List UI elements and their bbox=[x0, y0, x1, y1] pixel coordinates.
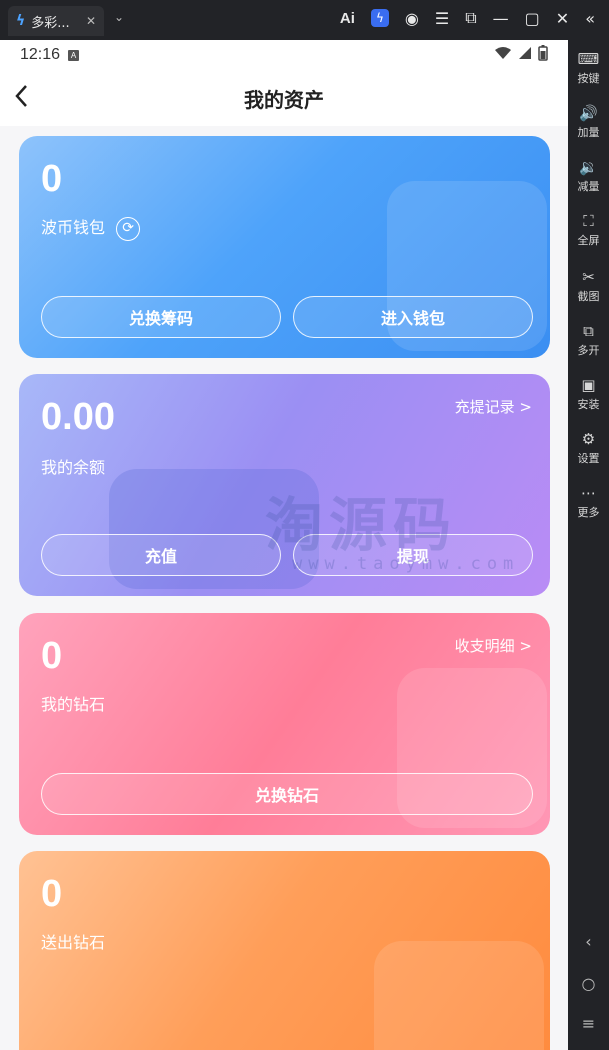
maximize-icon[interactable]: ▢ bbox=[525, 9, 540, 28]
android-menu-button[interactable]: ≡ bbox=[568, 1014, 609, 1033]
android-home-button[interactable]: ○ bbox=[568, 974, 609, 993]
boost-icon[interactable]: ϟ bbox=[370, 9, 389, 27]
battery-icon bbox=[538, 44, 548, 66]
sidebar-label: 安装 bbox=[577, 398, 600, 411]
minimize-icon[interactable]: — bbox=[493, 9, 509, 28]
wallet-amount: 0 bbox=[41, 158, 63, 200]
sidebar-label: 全屏 bbox=[577, 234, 600, 247]
sidebar-item-fullscreen[interactable]: ⛶ 全屏 bbox=[568, 212, 609, 248]
app-bolt-icon: ϟ bbox=[16, 13, 26, 29]
diamond-card: 0 收支明细 > 我的钻石 兑换钻石 bbox=[19, 613, 550, 835]
enter-wallet-button[interactable]: 进入钱包 bbox=[293, 296, 533, 338]
notification-icon: A bbox=[68, 49, 80, 61]
refresh-icon[interactable]: ⟳ bbox=[116, 216, 141, 241]
collapse-sidebar-icon[interactable]: « bbox=[585, 9, 595, 28]
sidebar-item-install[interactable]: ▣ 安装 bbox=[568, 376, 609, 412]
fullscreen-icon: ⛶ bbox=[583, 212, 594, 230]
apk-install-icon: ▣ bbox=[581, 376, 596, 394]
wallet-card: 0 波币钱包 ⟳ 兑换筹码 进入钱包 bbox=[19, 136, 550, 358]
sidebar-item-more[interactable]: ⋯ 更多 bbox=[568, 484, 609, 520]
screenshot-icon[interactable]: ⧉ bbox=[465, 8, 476, 28]
status-bar: 12:16 A bbox=[0, 40, 568, 70]
sidebar-item-settings[interactable]: ⚙ 设置 bbox=[568, 430, 609, 466]
status-time: 12:16 bbox=[20, 46, 61, 63]
tab-close-button[interactable]: ✕ bbox=[86, 14, 96, 28]
recharge-button[interactable]: 充值 bbox=[41, 534, 281, 576]
back-button[interactable] bbox=[14, 84, 28, 115]
gift-deco-shape bbox=[374, 941, 544, 1050]
balance-label: 我的余额 bbox=[41, 458, 106, 477]
page-title: 我的资产 bbox=[244, 87, 324, 112]
recharge-withdraw-records-link[interactable]: 充提记录 > bbox=[455, 396, 532, 417]
sidebar-item-screenshot[interactable]: ✂ 截图 bbox=[568, 268, 609, 304]
settings-icon: ⚙ bbox=[581, 430, 596, 448]
close-icon[interactable]: ✕ bbox=[556, 9, 569, 28]
scissors-icon: ✂ bbox=[582, 268, 595, 286]
sidebar-label: 按键 bbox=[577, 72, 600, 85]
android-back-button[interactable]: ‹ bbox=[568, 932, 609, 951]
sidebar-item-multi-instance[interactable]: ⧉ 多开 bbox=[568, 322, 609, 358]
watermark-text: 淘源码 bbox=[265, 491, 458, 559]
sidebar-label: 截图 bbox=[577, 290, 600, 303]
sidebar-label: 加量 bbox=[577, 126, 600, 139]
account-icon[interactable]: ◉ bbox=[405, 9, 419, 28]
balance-amount: 0.00 bbox=[41, 396, 115, 438]
sidebar-label: 设置 bbox=[577, 452, 600, 465]
tab-title: 多彩... bbox=[31, 15, 70, 31]
emulator-titlebar: ϟ 多彩... ✕ ⌄ Ai ϟ ◉ ☰ ⧉ — ▢ ✕ « bbox=[0, 0, 609, 40]
sidebar-label: 多开 bbox=[577, 344, 600, 357]
volume-up-icon: 🔊 bbox=[579, 104, 598, 122]
income-expense-detail-link[interactable]: 收支明细 > bbox=[455, 635, 532, 656]
sidebar-item-volume-up[interactable]: 🔊 加量 bbox=[568, 104, 609, 140]
wallet-label: 波币钱包 bbox=[41, 218, 106, 237]
diamond-amount: 0 bbox=[41, 635, 63, 677]
ai-button[interactable]: Ai bbox=[340, 10, 355, 27]
app-tab[interactable]: ϟ 多彩... ✕ bbox=[8, 6, 104, 36]
signal-icon bbox=[518, 46, 532, 65]
sidebar-item-keys[interactable]: ⌨ 按键 bbox=[568, 50, 609, 86]
menu-icon[interactable]: ☰ bbox=[435, 9, 449, 28]
emulator-sidebar: ⌨ 按键 🔊 加量 🔉 减量 ⛶ 全屏 ✂ 截图 ⧉ 多开 ▣ 安装 ⚙ 设置 … bbox=[568, 40, 609, 1050]
multi-instance-icon: ⧉ bbox=[583, 322, 594, 340]
back-arrow-icon bbox=[15, 85, 27, 107]
exchange-chips-button[interactable]: 兑换筹码 bbox=[41, 296, 281, 338]
phone-screen: 12:16 A 我的资产 0 波币钱包 ⟳ 兑换筹码 进入钱包 0.00 充提记… bbox=[0, 40, 568, 1050]
titlebar-toolbar: Ai ϟ ◉ ☰ ⧉ — ▢ ✕ « bbox=[340, 8, 595, 28]
wallet-label-row: 波币钱包 ⟳ bbox=[41, 214, 141, 241]
diamond-label: 我的钻石 bbox=[41, 695, 106, 714]
sent-diamond-card: 0 送出钻石 bbox=[19, 851, 550, 1050]
keyboard-icon: ⌨ bbox=[577, 50, 600, 68]
more-icon: ⋯ bbox=[581, 484, 596, 502]
tab-dropdown-icon[interactable]: ⌄ bbox=[114, 10, 124, 24]
sidebar-label: 更多 bbox=[577, 506, 600, 519]
watermark-url: www.taoymw.com bbox=[292, 554, 520, 574]
sent-diamond-label: 送出钻石 bbox=[41, 933, 106, 952]
nav-bar: 我的资产 bbox=[0, 70, 568, 126]
exchange-diamond-button[interactable]: 兑换钻石 bbox=[41, 773, 533, 815]
wifi-icon bbox=[494, 46, 512, 65]
volume-down-icon: 🔉 bbox=[579, 158, 598, 176]
sent-diamond-amount: 0 bbox=[41, 873, 63, 915]
sidebar-item-volume-down[interactable]: 🔉 减量 bbox=[568, 158, 609, 194]
sidebar-label: 减量 bbox=[577, 180, 600, 193]
